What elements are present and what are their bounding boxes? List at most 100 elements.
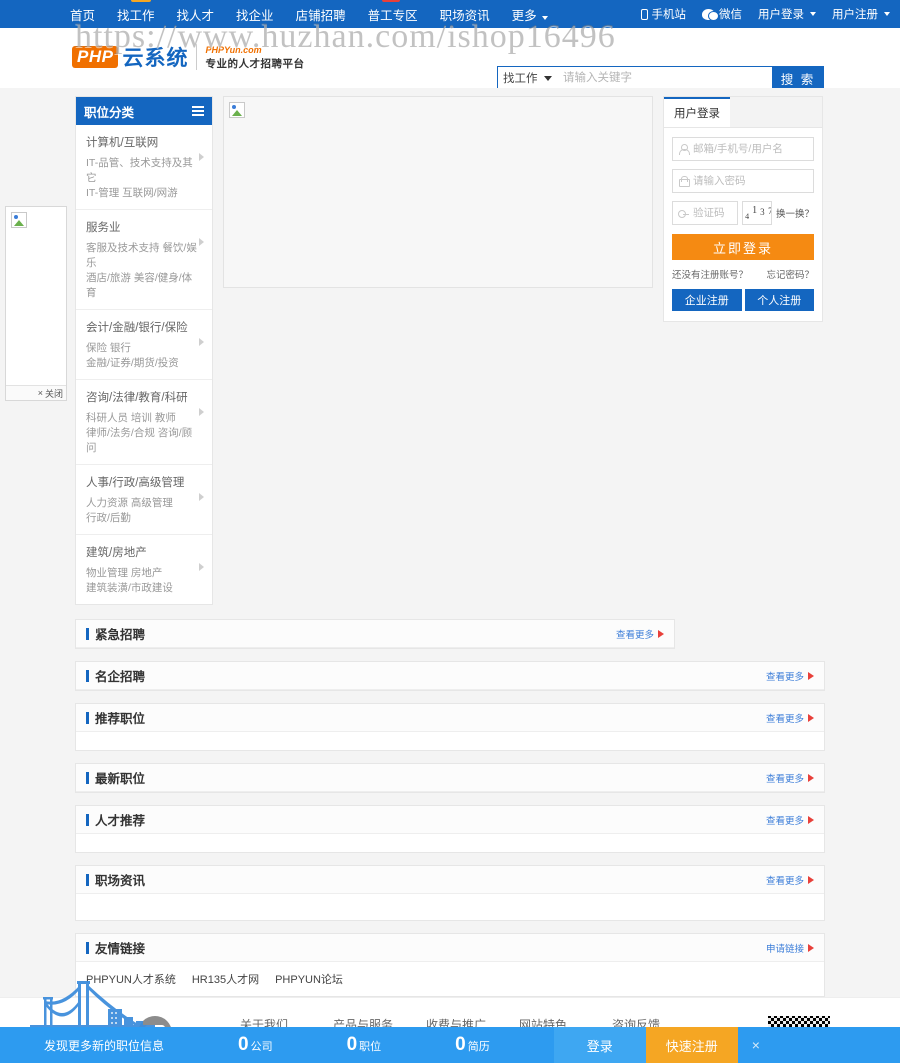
login-helper-links: 还没有注册账号？ 忘记密码？ (672, 267, 814, 281)
login-button[interactable]: 立即登录 (672, 234, 814, 260)
nav-item-news[interactable]: 职场资讯 (440, 5, 490, 24)
username-input[interactable] (693, 143, 808, 155)
sidebar-item-construction-realestate[interactable]: 建筑/房地产 物业管理 房地产 建筑装潢/市政建设 (76, 535, 212, 604)
site-logo[interactable]: PHP 云系统 PHPYun.com 专业的人才招聘平台 (72, 42, 304, 72)
logo-php-text: PHP (72, 46, 119, 68)
section-content (76, 834, 824, 852)
sidebar-item-hr-admin[interactable]: 人事/行政/高级管理 人力资源 高级管理 行政/后勤 (76, 465, 212, 535)
nav-item-label: 找企业 (236, 8, 274, 23)
wechat-link[interactable]: 微信 (702, 6, 742, 22)
section-urgent-recruit: 紧急招聘 查看更多 (75, 619, 675, 649)
top-nav-utility-links: 手机站 微信 用户登录 用户注册 (640, 6, 890, 22)
chevron-down-icon (884, 12, 890, 16)
sidebar-item-computer-internet[interactable]: 计算机/互联网 IT-品管、技术支持及其它 IT-管理 互联网/网游 (76, 125, 212, 210)
nav-item-find-talent[interactable]: 找人才 (177, 5, 215, 24)
chevron-right-icon (199, 563, 204, 571)
search-input[interactable] (557, 66, 772, 90)
search-type-value: 找工作 (503, 73, 538, 85)
captcha-input[interactable] (693, 207, 733, 219)
section-title: 人才推荐 (86, 810, 145, 829)
section-recommended-jobs: 推荐职位 查看更多 (75, 703, 825, 751)
section-more-link[interactable]: 查看更多 (616, 627, 664, 641)
personal-register-button[interactable]: 个人注册 (744, 289, 814, 311)
search-type-select[interactable]: 找工作 (497, 66, 557, 90)
user-icon (678, 143, 690, 155)
bottom-sticky-bar: 发现更多新的职位信息 0 公司 0 职位 0 简历 登录 快速注册 × (0, 1027, 900, 1063)
arrow-right-icon (808, 773, 814, 782)
password-field-wrap (672, 169, 814, 193)
sidebar-item-service[interactable]: 服务业 客服及技术支持 餐饮/娱乐 酒店/旅游 美容/健身/体育 (76, 210, 212, 310)
user-login-menu[interactable]: 用户登录 (758, 6, 816, 22)
stat-number: 0 (346, 1034, 358, 1055)
chevron-down-icon (542, 15, 549, 20)
page-body: × 关闭 职位分类 计算机/互联网 IT-品管、技术支持及其它 IT-管理 互联… (0, 88, 900, 997)
top-navigation-bar: 首页 找工作 NEW 找人才 找企业 店铺招聘 普工专区 HOT 职场资讯 更多 (0, 0, 900, 28)
nav-item-more[interactable]: 更多 (512, 5, 549, 24)
captcha-char: 4 (745, 212, 750, 221)
captcha-row: 4 1 3 7 换一换？ (672, 201, 814, 225)
bottom-login-button[interactable]: 登录 (553, 1027, 646, 1063)
arrow-right-icon (808, 815, 814, 824)
nav-item-label: 更多 (511, 8, 537, 23)
more-label: 查看更多 (765, 671, 804, 683)
nav-item-shop-recruit[interactable]: 店铺招聘 (296, 5, 346, 24)
section-more-link[interactable]: 查看更多 (766, 771, 814, 785)
section-more-link[interactable]: 查看更多 (766, 711, 814, 725)
company-register-button[interactable]: 企业注册 (672, 289, 742, 311)
section-apply-link[interactable]: 申请链接 (766, 941, 814, 955)
tab-user-login[interactable]: 用户登录 (664, 97, 730, 127)
search-bar: 找工作 搜 索 (497, 66, 824, 90)
register-prompt-link[interactable]: 还没有注册账号？ (672, 267, 748, 281)
section-title: 职场资讯 (86, 870, 145, 889)
category-subline: IT-品管、技术支持及其它 (86, 157, 193, 184)
mobile-site-link[interactable]: 手机站 (640, 6, 686, 22)
captcha-image[interactable]: 4 1 3 7 (742, 201, 772, 225)
nav-item-worker-zone[interactable]: 普工专区 HOT (368, 0, 418, 24)
section-more-link[interactable]: 查看更多 (766, 813, 814, 827)
captcha-refresh-link[interactable]: 换一换？ (776, 206, 814, 220)
menu-icon[interactable] (192, 106, 204, 116)
sidebar-item-finance[interactable]: 会计/金融/银行/保险 保险 银行 金融/证券/期货/投资 (76, 310, 212, 380)
nav-item-find-job[interactable]: 找工作 NEW (117, 0, 155, 24)
category-subline: 律师/法务/合规 咨询/顾问 (86, 427, 193, 454)
stat-jobs: 0 职位 (347, 1034, 382, 1056)
section-header: 最新职位 查看更多 (76, 764, 824, 792)
user-register-menu[interactable]: 用户注册 (832, 6, 890, 22)
floating-ad-close-button[interactable]: × 关闭 (6, 385, 66, 400)
captcha-char: 3 (760, 207, 765, 217)
category-title: 计算机/互联网 (86, 137, 159, 149)
close-icon: × (37, 388, 43, 398)
bottom-register-button[interactable]: 快速注册 (645, 1027, 738, 1063)
arrow-right-icon (808, 671, 814, 680)
section-more-link[interactable]: 查看更多 (766, 873, 814, 887)
forgot-password-link[interactable]: 忘记密码？ (766, 267, 814, 281)
more-label: 申请链接 (765, 943, 804, 955)
sidebar-header: 职位分类 (76, 97, 212, 125)
search-button[interactable]: 搜 索 (772, 66, 824, 90)
section-more-link[interactable]: 查看更多 (766, 669, 814, 683)
bottom-bar-text: 发现更多新的职位信息 (44, 1038, 165, 1053)
more-label: 查看更多 (765, 875, 804, 887)
chevron-down-icon (544, 75, 552, 81)
password-input[interactable] (693, 175, 808, 187)
user-register-label: 用户注册 (832, 9, 878, 21)
logo-tagline: 专业的人才招聘平台 (205, 58, 305, 70)
category-subline: 酒店/旅游 美容/健身/体育 (86, 272, 193, 299)
bottom-bar-close-icon[interactable]: × (752, 1037, 760, 1053)
section-title: 推荐职位 (86, 708, 145, 727)
section-header: 推荐职位 查看更多 (76, 704, 824, 732)
nav-item-label: 店铺招聘 (295, 8, 346, 23)
chevron-right-icon (199, 408, 204, 416)
nav-item-find-company[interactable]: 找企业 (236, 5, 274, 24)
sidebar-item-consulting-law-education[interactable]: 咨询/法律/教育/科研 科研人员 培训 教师 律师/法务/合规 咨询/顾问 (76, 380, 212, 465)
friend-link-item[interactable]: HR135人才网 (192, 971, 259, 987)
hero-banner[interactable] (223, 96, 653, 288)
friend-link-item[interactable]: PHPYUN论坛 (275, 971, 343, 987)
nav-item-label: 找工作 (117, 8, 155, 23)
arrow-right-icon (808, 875, 814, 884)
nav-item-home[interactable]: 首页 (70, 5, 95, 24)
category-subline: 人力资源 高级管理 (86, 497, 173, 509)
nav-badge-hot: HOT (381, 0, 401, 2)
category-title: 会计/金融/银行/保险 (86, 322, 188, 334)
wechat-icon (702, 8, 719, 21)
